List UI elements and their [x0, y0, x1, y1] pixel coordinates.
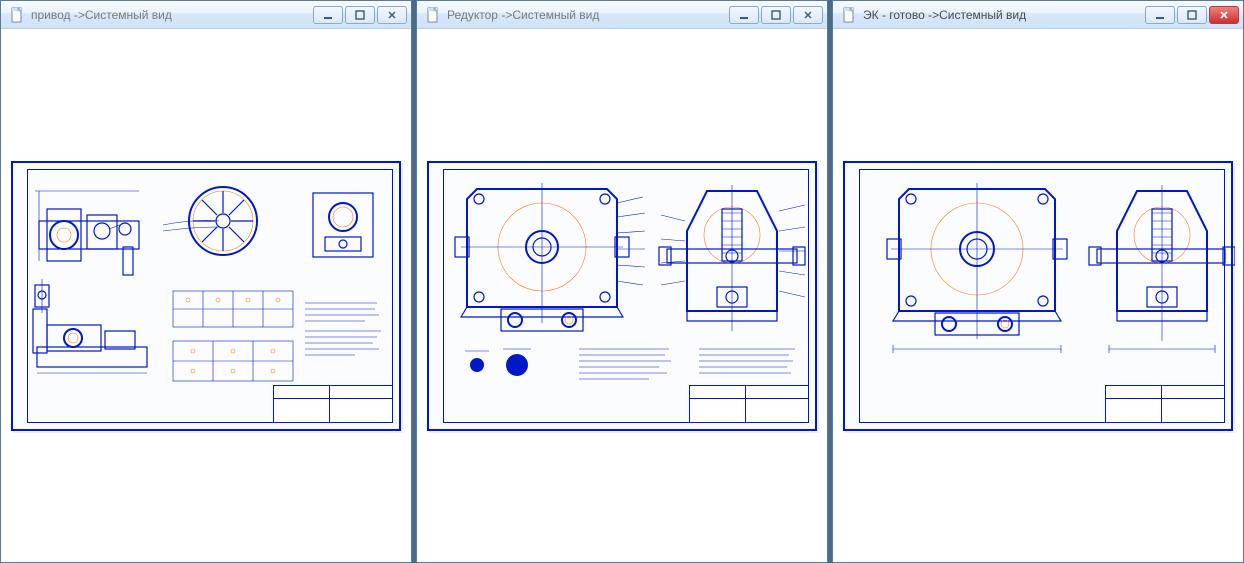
window-controls [313, 6, 407, 24]
titlebar[interactable]: ЭК - готово ->Системный вид [833, 1, 1243, 29]
minimize-button[interactable] [729, 6, 759, 24]
title-block [1105, 385, 1225, 423]
document-icon [9, 7, 25, 23]
drawing-sheet [843, 161, 1233, 431]
title-block [273, 385, 393, 423]
window-controls [1145, 6, 1239, 24]
mdi-child-window[interactable]: ЭК - готово ->Системный вид [832, 0, 1244, 563]
mdi-child-window[interactable]: привод ->Системный вид [0, 0, 412, 563]
drawing-viewport[interactable] [1, 29, 411, 562]
title-block [689, 385, 809, 423]
window-title: привод ->Системный вид [31, 8, 307, 22]
mdi-desktop: привод ->Системный вид [0, 0, 1244, 563]
maximize-button[interactable] [1177, 6, 1207, 24]
titlebar[interactable]: привод ->Системный вид [1, 1, 411, 29]
drawing-viewport[interactable] [833, 29, 1243, 562]
drawing-sheet [427, 161, 817, 431]
drawing-viewport[interactable] [417, 29, 827, 562]
maximize-button[interactable] [345, 6, 375, 24]
window-title: Редуктор ->Системный вид [447, 8, 723, 22]
titlebar[interactable]: Редуктор ->Системный вид [417, 1, 827, 29]
mdi-child-window[interactable]: Редуктор ->Системный вид [416, 0, 828, 563]
drawing-sheet [11, 161, 401, 431]
window-title: ЭК - готово ->Системный вид [863, 8, 1139, 22]
document-icon [425, 7, 441, 23]
minimize-button[interactable] [313, 6, 343, 24]
maximize-button[interactable] [761, 6, 791, 24]
document-icon [841, 7, 857, 23]
window-controls [729, 6, 823, 24]
close-button[interactable] [793, 6, 823, 24]
close-button[interactable] [377, 6, 407, 24]
minimize-button[interactable] [1145, 6, 1175, 24]
close-button[interactable] [1209, 6, 1239, 24]
